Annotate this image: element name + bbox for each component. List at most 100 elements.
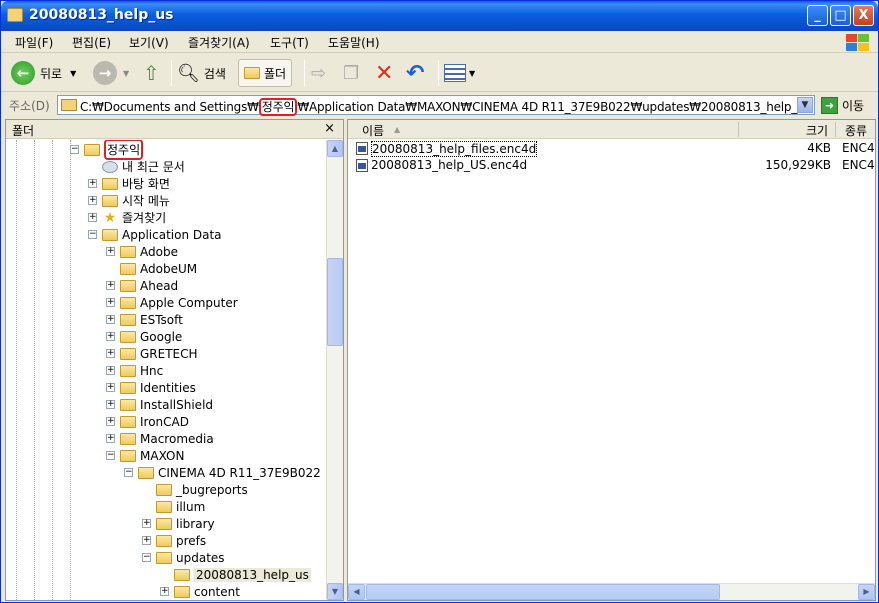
expand-toggle-icon[interactable]: + — [160, 587, 169, 596]
tree-node[interactable]: prefs — [156, 532, 206, 549]
column-divider[interactable] — [738, 122, 739, 137]
folder-open-icon — [120, 449, 136, 462]
scroll-up-button[interactable]: ▲ — [327, 140, 343, 157]
move-to-icon: ⇨ — [311, 62, 327, 84]
views-button[interactable]: ▼ — [444, 59, 475, 87]
tree-node[interactable]: updates — [156, 549, 225, 566]
column-type-header[interactable]: 종류 — [845, 122, 867, 139]
copy-to-button[interactable]: ❐ — [343, 59, 359, 87]
undo-button[interactable]: ↶ — [406, 59, 424, 87]
tree-node[interactable]: Adobe — [120, 243, 178, 260]
tree-node[interactable]: Google — [120, 328, 182, 345]
menu-file[interactable]: 파일(F) — [15, 34, 53, 51]
tree-node[interactable]: ESTsoft — [120, 311, 183, 328]
tree-node[interactable]: Hnc — [120, 362, 163, 379]
scroll-down-button[interactable]: ▼ — [327, 583, 343, 600]
folder-open-icon — [84, 143, 100, 156]
go-label: 이동 — [842, 99, 865, 113]
tree-node[interactable]: ★ 즐겨찾기 — [102, 209, 166, 226]
expand-toggle-icon[interactable]: + — [106, 349, 115, 358]
title-bar[interactable]: 20080813_help_us _ □ X — [1, 1, 878, 31]
address-dropdown-button[interactable]: ▼ — [797, 97, 813, 113]
tree-node[interactable]: InstallShield — [120, 396, 213, 413]
scroll-right-button[interactable]: ▶ — [858, 584, 875, 600]
column-name-header[interactable]: 이름 — [362, 122, 384, 139]
expand-toggle-icon[interactable]: + — [106, 298, 115, 307]
expand-toggle-icon[interactable]: + — [106, 247, 115, 256]
expand-toggle-icon[interactable]: + — [142, 519, 151, 528]
tree-node[interactable]: library — [156, 515, 215, 532]
expand-toggle-icon[interactable]: + — [106, 366, 115, 375]
tree-node[interactable]: 바탕 화면 — [102, 175, 170, 192]
file-row[interactable]: 20080813_help_US.enc4d 150,929KB ENC4 — [354, 157, 875, 174]
address-input[interactable]: C:₩Documents and Settings₩ 정주익 ₩Applicatio… — [57, 95, 815, 116]
delete-button[interactable]: ✕ — [375, 59, 393, 87]
tree-node[interactable]: Ahead — [120, 277, 178, 294]
expand-toggle-icon[interactable]: + — [106, 332, 115, 341]
column-size-header[interactable]: 크기 — [806, 122, 828, 139]
tree-node[interactable]: 20080813_help_us — [174, 566, 311, 583]
expand-toggle-icon[interactable]: + — [106, 383, 115, 392]
scroll-left-button[interactable]: ◀ — [348, 584, 365, 600]
tree-node-label: AdobeUM — [140, 261, 198, 276]
maximize-button[interactable]: □ — [830, 5, 851, 26]
tree-node[interactable]: 내 최근 문서 — [102, 158, 185, 175]
tree-node[interactable]: 정주익 — [84, 140, 144, 160]
menu-edit[interactable]: 편집(E) — [72, 34, 111, 51]
menu-help[interactable]: 도움말(H) — [328, 34, 380, 51]
horizontal-scroll-thumb[interactable] — [366, 584, 720, 600]
tree-node[interactable]: _bugreports — [156, 481, 248, 498]
expand-toggle-icon[interactable]: + — [88, 196, 97, 205]
tree-node[interactable]: Apple Computer — [120, 294, 238, 311]
collapse-toggle-icon[interactable]: − — [142, 553, 151, 562]
collapse-toggle-icon[interactable]: − — [88, 230, 97, 239]
tree-node[interactable]: Identities — [120, 379, 196, 396]
scroll-thumb[interactable] — [327, 258, 343, 346]
expand-toggle-icon[interactable]: + — [142, 536, 151, 545]
search-button[interactable]: 🔍︎ 검색 — [177, 59, 226, 87]
tree-node[interactable]: illum — [156, 498, 205, 515]
collapse-toggle-icon[interactable]: − — [70, 145, 79, 154]
file-list-horizontal-scrollbar[interactable]: ◀ ▶ — [348, 583, 875, 600]
column-divider[interactable] — [835, 122, 836, 137]
column-header-row: 이름 ▲ 크기 종류 — [348, 120, 875, 139]
tree-node[interactable]: MAXON — [120, 447, 184, 464]
tree-node[interactable]: AdobeUM — [120, 260, 197, 277]
folders-label: 폴더 — [264, 66, 287, 81]
tree-node[interactable]: CINEMA 4D R11_37E9B022 — [138, 464, 321, 481]
expand-toggle-icon[interactable]: + — [106, 417, 115, 426]
tree-vertical-scrollbar[interactable]: ▲ ▼ — [326, 140, 343, 600]
tree-node-label: IronCAD — [140, 414, 189, 429]
tree-node[interactable]: content — [174, 583, 240, 600]
menu-view[interactable]: 보기(V) — [129, 34, 169, 51]
minimize-button[interactable]: _ — [807, 5, 828, 26]
expand-toggle-icon[interactable]: + — [106, 281, 115, 290]
menu-favorites[interactable]: 즐겨찾기(A) — [188, 34, 250, 51]
windows-logo-icon — [844, 33, 870, 51]
folder-pane-header: 폴더 × — [6, 120, 343, 139]
tree-node[interactable]: Application Data — [102, 226, 222, 243]
close-pane-icon[interactable]: × — [324, 121, 335, 136]
expand-toggle-icon[interactable]: + — [106, 315, 115, 324]
up-folder-button[interactable]: ⇧ — [143, 59, 160, 87]
tree-node[interactable]: Macromedia — [120, 430, 214, 447]
folder-icon — [120, 398, 136, 411]
tree-node[interactable]: GRETECH — [120, 345, 198, 362]
tree-node-label: _bugreports — [176, 482, 248, 497]
expand-toggle-icon[interactable]: + — [106, 434, 115, 443]
forward-button[interactable]: → ▼ — [93, 59, 129, 87]
folders-button[interactable]: 폴더 — [238, 59, 293, 87]
collapse-toggle-icon[interactable]: − — [124, 468, 133, 477]
expand-toggle-icon[interactable]: + — [88, 179, 97, 188]
collapse-toggle-icon[interactable]: − — [106, 451, 115, 460]
move-to-button[interactable]: ⇨ — [311, 59, 326, 87]
back-button[interactable]: ← 뒤로 ▼ — [11, 59, 76, 87]
go-button[interactable]: ➜ 이동 — [821, 97, 864, 114]
file-row[interactable]: 20080813_help_files.enc4d 4KB ENC4 — [354, 140, 875, 157]
expand-toggle-icon[interactable]: + — [106, 400, 115, 409]
expand-toggle-icon[interactable]: + — [88, 213, 97, 222]
menu-tools[interactable]: 도구(T) — [270, 34, 309, 51]
close-button[interactable]: X — [853, 5, 874, 26]
tree-node[interactable]: IronCAD — [120, 413, 189, 430]
tree-node[interactable]: 시작 메뉴 — [102, 192, 170, 209]
